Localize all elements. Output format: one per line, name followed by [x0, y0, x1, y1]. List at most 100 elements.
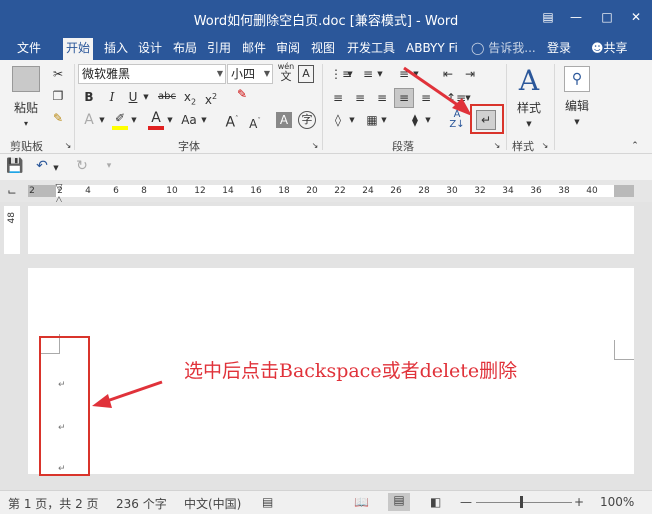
styles-dropdown-icon[interactable]: ▼ — [524, 116, 534, 132]
minimize-button[interactable]: — — [566, 8, 586, 26]
paste-button[interactable]: 粘贴 — [10, 100, 42, 116]
horizontal-ruler[interactable]: ⌙ 2 2 4 6 8 10 12 14 16 18 20 22 24 26 28 30 32 34 36 38 40 … — [0, 180, 652, 205]
editing-button[interactable]: 编辑 — [560, 98, 594, 114]
highlight-icon[interactable]: ✐ — [112, 110, 128, 130]
align-left-icon[interactable]: ≡ — [330, 90, 346, 106]
strikethrough-button[interactable]: abc — [156, 89, 178, 105]
phonetic-guide-icon[interactable]: wén 文 — [276, 62, 296, 83]
text-effects-icon[interactable]: A — [82, 112, 96, 128]
tab-references[interactable]: 引用 — [204, 38, 234, 60]
align-right-icon[interactable]: ≡ — [374, 90, 390, 106]
font-color-icon[interactable]: A — [148, 110, 164, 130]
tab-mailings[interactable]: 邮件 — [239, 38, 269, 60]
enclose-char-icon[interactable]: 字 — [298, 111, 316, 129]
borders-icon[interactable]: ▦ — [364, 112, 380, 128]
tab-view[interactable]: 视图 — [308, 38, 338, 60]
superscript-button[interactable]: x2 — [203, 89, 219, 108]
font-name-combo[interactable]: 微软雅黑 ▼ — [78, 64, 226, 84]
shrink-font-icon[interactable]: Aˇ — [248, 113, 262, 132]
copy-icon[interactable]: ❐ — [50, 88, 66, 104]
ribbon-display-icon[interactable]: ▤ — [538, 8, 558, 26]
italic-button[interactable]: I — [105, 89, 119, 105]
login-link[interactable]: 登录 — [544, 38, 574, 60]
char-border-icon[interactable]: A — [298, 65, 314, 83]
borders-dropdown-icon[interactable]: ▼ — [380, 112, 388, 128]
change-case-dropdown-icon[interactable]: ▼ — [200, 112, 208, 128]
tab-selector-icon[interactable]: ⌙ — [6, 184, 18, 200]
tab-home[interactable]: 开始 — [63, 38, 94, 60]
zoom-slider[interactable] — [476, 502, 572, 503]
tab-design[interactable]: 设计 — [135, 38, 165, 60]
shading-icon[interactable]: ◊ — [330, 112, 346, 128]
char-shading-icon[interactable]: A — [276, 112, 292, 128]
customize-qat-icon[interactable]: ▾ — [104, 158, 114, 174]
bullets-dropdown-icon[interactable]: ▼ — [346, 66, 354, 82]
save-icon[interactable]: 💾 — [6, 158, 23, 174]
highlight-dropdown-icon[interactable]: ▼ — [130, 112, 138, 128]
shading-dropdown-icon[interactable]: ▼ — [348, 112, 356, 128]
change-case-icon[interactable]: Aa — [180, 112, 198, 128]
font-size-combo[interactable]: 小四 ▼ — [227, 64, 273, 84]
bold-button[interactable]: B — [82, 89, 96, 105]
language-indicator[interactable]: 中文(中国) — [184, 495, 241, 512]
grow-font-icon[interactable]: Aˆ — [224, 111, 240, 131]
tab-layout[interactable]: 布局 — [170, 38, 200, 60]
ruler-number: 10 — [166, 186, 178, 196]
zoom-out-button[interactable]: — — [460, 495, 472, 509]
editing-dropdown-icon[interactable]: ▼ — [572, 114, 582, 130]
tell-me-box[interactable]: ◯ 告诉我... — [468, 38, 539, 60]
text-effects-dropdown-icon[interactable]: ▼ — [98, 112, 106, 128]
print-layout-icon[interactable]: ▤ — [388, 493, 410, 511]
search-icon[interactable]: ⚲ — [564, 66, 590, 92]
subscript-button[interactable]: x2 — [182, 89, 198, 110]
format-painter-icon[interactable]: ✎ — [50, 110, 66, 126]
web-layout-icon[interactable]: ◧ — [430, 495, 441, 509]
clear-format-icon[interactable]: ✎ — [234, 86, 250, 102]
font-color-dropdown-icon[interactable]: ▼ — [166, 112, 174, 128]
pointer-arrow-top — [403, 66, 472, 116]
styles-icon[interactable]: A — [514, 64, 544, 98]
numbering-icon[interactable]: ≡ — [360, 66, 376, 82]
quick-access-toolbar: 💾 ↶ ▼ ↻ ▾ — [0, 154, 652, 180]
zoom-slider-thumb[interactable] — [520, 496, 523, 508]
bullets-icon[interactable]: ⋮≡ — [330, 66, 352, 82]
align-center-icon[interactable]: ≡ — [352, 90, 368, 106]
macro-record-icon[interactable]: ▤ — [262, 495, 273, 509]
tab-review[interactable]: 审阅 — [273, 38, 303, 60]
cut-icon[interactable]: ✂ — [50, 66, 66, 82]
zoom-level[interactable]: 100% — [600, 495, 634, 509]
collapse-ribbon-icon[interactable]: ⌃ — [628, 138, 642, 154]
undo-dropdown-icon[interactable]: ▼ — [52, 160, 60, 176]
tab-abbyy[interactable]: ABBYY Fi — [403, 38, 461, 60]
ruler-number: 36 — [530, 186, 542, 196]
undo-icon[interactable]: ↶ — [34, 158, 50, 174]
share-button[interactable]: ☻共享 — [588, 38, 631, 60]
tab-developer[interactable]: 开发工具 — [344, 38, 398, 60]
tab-file[interactable]: 文件 — [14, 38, 44, 60]
ruler-number: 38 — [558, 186, 570, 196]
page-count[interactable]: 第 1 页，共 2 页 — [8, 495, 99, 512]
styles-launcher-icon[interactable]: ↘ — [540, 138, 550, 154]
chevron-down-icon: ▼ — [263, 69, 270, 78]
redo-icon[interactable]: ↻ — [74, 158, 90, 174]
close-button[interactable]: ✕ — [626, 8, 646, 26]
ruler-number: 20 — [306, 186, 318, 196]
paste-dropdown-icon[interactable]: ▾ — [18, 116, 34, 132]
styles-button[interactable]: 样式 — [512, 100, 546, 116]
numbering-dropdown-icon[interactable]: ▼ — [376, 66, 384, 82]
word-count[interactable]: 236 个字 — [116, 495, 167, 512]
maximize-button[interactable]: □ — [597, 8, 617, 26]
vertical-ruler[interactable]: 48 — [4, 206, 20, 254]
ruler-number: 30 — [446, 186, 458, 196]
tab-insert[interactable]: 插入 — [101, 38, 131, 60]
page-1-bottom[interactable] — [28, 206, 634, 254]
ruler-number: 2 — [29, 186, 35, 196]
clipboard-launcher-icon[interactable]: ↘ — [63, 138, 73, 154]
underline-dropdown-icon[interactable]: ▼ — [142, 89, 150, 105]
font-launcher-icon[interactable]: ↘ — [310, 138, 320, 154]
underline-button[interactable]: U — [126, 89, 140, 105]
paragraph-launcher-icon[interactable]: ↘ — [492, 138, 502, 154]
zoom-in-button[interactable]: + — [574, 495, 584, 509]
read-mode-icon[interactable]: 📖 — [354, 495, 369, 509]
paste-icon[interactable] — [12, 66, 40, 92]
